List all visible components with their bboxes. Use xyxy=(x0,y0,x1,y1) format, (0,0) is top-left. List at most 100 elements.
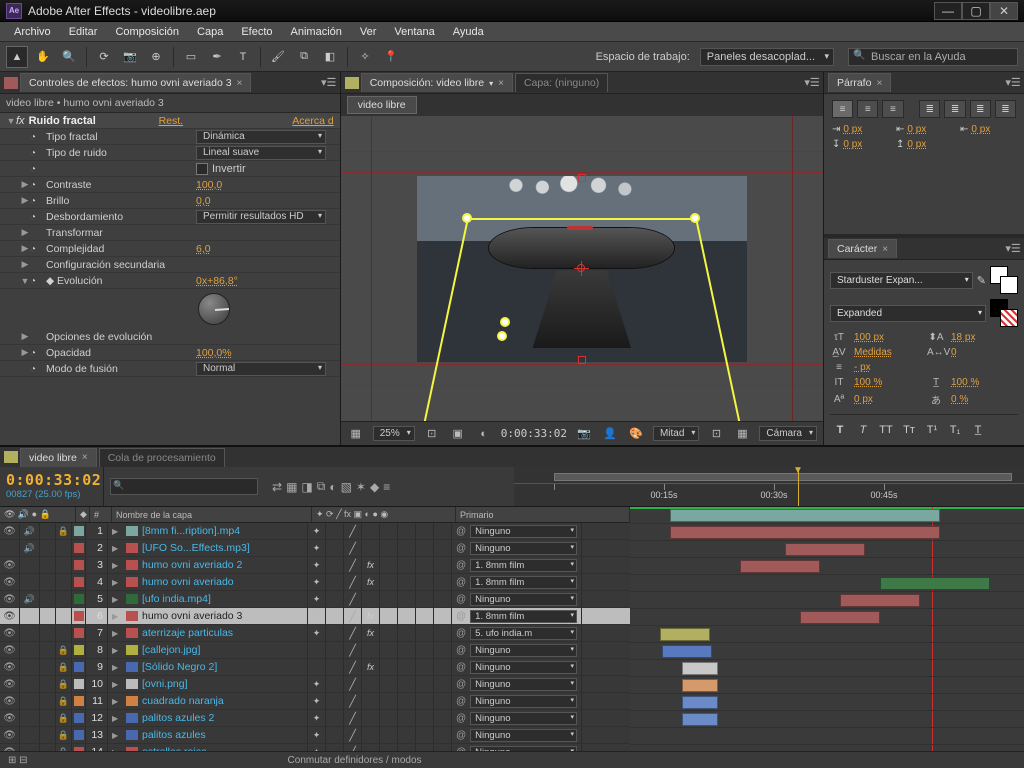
menu-capa[interactable]: Capa xyxy=(189,24,231,40)
safe-zones-icon[interactable]: ⊡ xyxy=(423,425,441,443)
maximize-button[interactable]: ▢ xyxy=(962,2,990,20)
layer-bar[interactable] xyxy=(880,577,990,590)
pickwhip-icon[interactable] xyxy=(456,576,466,588)
text-tool[interactable]: T xyxy=(232,46,254,68)
menu-archivo[interactable]: Archivo xyxy=(6,24,59,40)
twirl-icon[interactable]: ▶ xyxy=(112,595,122,604)
timeline-timecode[interactable]: 0:00:33:02 xyxy=(6,471,97,489)
speaker-icon[interactable] xyxy=(24,525,35,537)
twirl-icon[interactable]: ▶ xyxy=(112,697,122,706)
track-row[interactable] xyxy=(630,643,1024,660)
layer-row[interactable]: 14▶estrellas rojasNinguno xyxy=(0,744,630,751)
layer-bar[interactable] xyxy=(682,679,718,692)
snapshot-icon[interactable]: 📷 xyxy=(575,425,593,443)
twirl-icon[interactable]: ▶ xyxy=(112,527,122,536)
layer-row[interactable]: 1▶[8mm fi...ription].mp4Ninguno xyxy=(0,523,630,540)
stopwatch-icon[interactable] xyxy=(30,211,42,223)
eye-icon[interactable] xyxy=(3,712,16,724)
pickwhip-icon[interactable] xyxy=(456,559,466,571)
layer-name[interactable]: palitos azules xyxy=(142,729,206,741)
eye-icon[interactable] xyxy=(3,661,16,673)
twirl-icon[interactable]: ▶ xyxy=(112,680,122,689)
label-color[interactable] xyxy=(74,713,84,723)
superscript-button[interactable]: T¹ xyxy=(922,421,942,439)
panel-menu-icon[interactable]: ▾☰ xyxy=(805,76,819,90)
italic-button[interactable]: T xyxy=(853,421,873,439)
layer-name[interactable]: [Sólido Negro 2] xyxy=(142,661,217,673)
parent-dropdown[interactable]: Ninguno xyxy=(470,525,577,538)
stopwatch-icon[interactable] xyxy=(30,275,42,287)
property-value[interactable]: 6,0 xyxy=(196,243,211,255)
indent-right[interactable]: 0 px xyxy=(971,124,990,135)
menu-editar[interactable]: Editar xyxy=(61,24,106,40)
layer-bar[interactable] xyxy=(840,594,920,607)
layer-bar[interactable] xyxy=(740,560,820,573)
graph-editor-icon[interactable]: ▧ xyxy=(341,480,352,494)
layer-name[interactable]: [UFO So...Effects.mp3] xyxy=(142,542,250,554)
eye-icon[interactable] xyxy=(3,593,16,605)
stopwatch-icon[interactable] xyxy=(30,163,42,175)
parent-dropdown[interactable]: 1. 8mm film xyxy=(470,559,577,572)
subscript-button[interactable]: T₁ xyxy=(945,421,965,439)
collapse-icon[interactable] xyxy=(313,593,321,605)
tsume[interactable]: 0 % xyxy=(951,394,1018,405)
resolution-dropdown[interactable]: Mitad xyxy=(653,426,699,441)
layer-name[interactable]: [ufo india.mp4] xyxy=(142,593,211,605)
collapse-icon[interactable] xyxy=(313,610,321,622)
anchor-point-icon[interactable] xyxy=(577,264,585,272)
motion-blur-icon[interactable]: ◐ xyxy=(329,480,336,494)
twirl-icon[interactable]: ▶ xyxy=(112,578,122,587)
track-row[interactable] xyxy=(630,541,1024,558)
layer-row[interactable]: 13▶palitos azulesNinguno xyxy=(0,727,630,744)
layer-name[interactable]: aterrizaje particulas xyxy=(142,627,233,639)
fx-icon[interactable] xyxy=(367,576,374,588)
toggle-switches-label[interactable]: Conmutar definidores / modos xyxy=(288,755,422,766)
track-row[interactable] xyxy=(630,507,1024,524)
channel-icon[interactable]: ◐ xyxy=(475,425,493,443)
color-mgmt-icon[interactable]: 🎨 xyxy=(627,425,645,443)
layer-bar[interactable] xyxy=(682,696,718,709)
menu-ventana[interactable]: Ventana xyxy=(386,24,442,40)
horizontal-scale[interactable]: 100 % xyxy=(951,377,1018,388)
grid-icon[interactable]: ▦ xyxy=(347,425,365,443)
bottom-handle[interactable] xyxy=(578,356,586,364)
lock-icon[interactable] xyxy=(58,712,69,724)
label-color[interactable] xyxy=(74,645,84,655)
pan-behind-tool[interactable]: ⊕ xyxy=(145,46,167,68)
help-search[interactable]: Buscar en la Ayuda xyxy=(848,48,1018,66)
collapse-icon[interactable] xyxy=(313,729,321,741)
eye-icon[interactable] xyxy=(3,627,16,639)
track-row[interactable] xyxy=(630,677,1024,694)
stopwatch-icon[interactable] xyxy=(30,331,42,343)
twirl-icon[interactable]: ▶ xyxy=(112,731,122,740)
layer-bar[interactable] xyxy=(662,645,712,658)
layer-name[interactable]: humo ovni averiado 2 xyxy=(142,559,242,571)
about-link[interactable]: Acerca d xyxy=(292,115,333,127)
property-dropdown[interactable]: Lineal suave xyxy=(196,146,326,160)
paragraph-tab[interactable]: Párrafo × xyxy=(828,73,891,92)
layer-row[interactable]: 4▶humo ovni averiado1. 8mm film xyxy=(0,574,630,591)
eyedropper-icon[interactable]: ✎ xyxy=(977,274,986,287)
layer-row[interactable]: 11▶cuadrado naranjaNinguno xyxy=(0,693,630,710)
collapse-icon[interactable] xyxy=(313,695,321,707)
property-value[interactable]: 0,0 xyxy=(196,195,211,207)
twirl-icon[interactable]: ▶ xyxy=(112,663,122,672)
indent-first[interactable]: 0 px xyxy=(907,124,926,135)
character-tab[interactable]: Carácter × xyxy=(828,239,897,258)
pickwhip-icon[interactable] xyxy=(456,746,466,751)
layer-name[interactable]: estrellas rojas xyxy=(142,746,207,751)
stopwatch-icon[interactable] xyxy=(30,147,42,159)
camera-tool[interactable]: 📷 xyxy=(119,46,141,68)
eye-icon[interactable] xyxy=(3,644,16,656)
show-snapshot-icon[interactable]: 👤 xyxy=(601,425,619,443)
parent-dropdown[interactable]: Ninguno xyxy=(470,695,577,708)
pickwhip-icon[interactable] xyxy=(456,695,466,707)
layer-row[interactable]: 3▶humo ovni averiado 21. 8mm film xyxy=(0,557,630,574)
lock-icon[interactable] xyxy=(58,746,69,751)
space-after[interactable]: 0 px xyxy=(907,139,926,150)
underline-button[interactable]: T̲ xyxy=(968,421,988,439)
reset-link[interactable]: Rest. xyxy=(159,115,184,127)
pickwhip-icon[interactable] xyxy=(456,712,466,724)
pen-tool[interactable]: ✒ xyxy=(206,46,228,68)
composition-viewer[interactable] xyxy=(341,116,823,421)
